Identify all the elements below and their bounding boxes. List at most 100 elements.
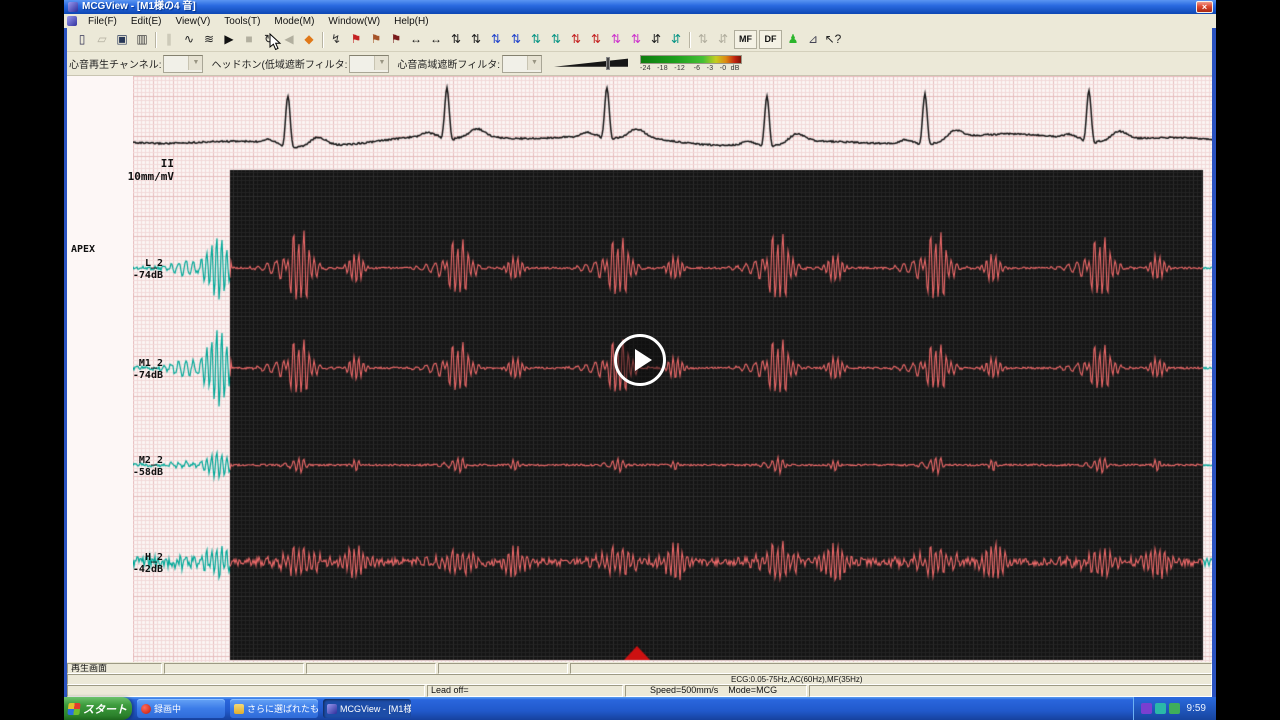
flag-rust-icon[interactable]: ⚑ (366, 30, 386, 49)
print-icon[interactable]: ▥ (132, 30, 152, 49)
windows-flag-icon (67, 702, 81, 715)
status-speed-panel: Speed=500mm/s Mode=MCG (625, 685, 807, 697)
highcut-filter-label: 心音高域遮断フィルタ: (397, 60, 500, 71)
headphone-filter-select[interactable]: ▼ (349, 54, 390, 73)
save-icon[interactable]: ▣ (112, 30, 132, 49)
status-panel (438, 663, 568, 674)
status-panel (67, 685, 425, 697)
menu-item-view[interactable]: View(V) (168, 15, 217, 28)
gain-updown-blue-icon[interactable]: ⇅ (486, 30, 506, 49)
status-panel (570, 663, 1212, 674)
channel-label-M1_2: M1_2 -74dB (132, 358, 163, 381)
level-meter: -24 -18 -12 -6 -3 -0 dB (640, 55, 742, 72)
menu-item-file[interactable]: File(F) (81, 15, 124, 28)
video-frame: MCGView - [M1様の4 音] × File(F) Edit(E) View… (0, 0, 1280, 720)
title-bar[interactable]: MCGView - [M1様の4 音] × (64, 0, 1216, 14)
channel-down-icon: ⇵ (717, 32, 729, 46)
mcg-app-icon (327, 703, 337, 714)
menu-item-window[interactable]: Window(W) (321, 15, 387, 28)
gain-updown-red2-icon[interactable]: ⇅ (586, 30, 606, 49)
multi-view-icon[interactable]: ≋ (199, 30, 219, 49)
waveform-view-icon[interactable]: ∿ (179, 30, 199, 49)
status-panel (164, 663, 304, 674)
task-label: MCGView - [M1様の4... (340, 704, 411, 714)
new-file-icon[interactable]: ▯ (72, 30, 92, 49)
mode-text: Mode=MCG (728, 685, 778, 695)
gain-updown-teal2-icon[interactable]: ⇅ (546, 30, 566, 49)
toolbar-separator (689, 31, 690, 48)
gain-updown-magenta2-icon[interactable]: ⇅ (626, 30, 646, 49)
tray-audio-icon[interactable] (1154, 703, 1166, 714)
gain-updown-magenta-icon[interactable]: ⇅ (606, 30, 626, 49)
status-bar-lower: Lead off= Speed=500mm/s Mode=MCG (67, 685, 1212, 697)
lead-off-text: Lead off= (431, 685, 469, 695)
menu-item-mode[interactable]: Mode(M) (267, 15, 321, 28)
operator-icon[interactable]: ♟ (783, 30, 803, 49)
ecg-lead-label: II 10mm/mV (67, 157, 174, 183)
flag-dark-icon[interactable]: ⚑ (386, 30, 406, 49)
window-border-right (1212, 28, 1216, 697)
playback-channel-label: 心音再生チャンネル: (69, 60, 162, 71)
main-toolbar: ▯ ▱ ▣ ▥ ∥ ∿ ≋ ▶ ■ ↻ ◀ ◆ ↯ ⚑ ⚑ ⚑ ↔ ↔ ⇅ ⇅ ⇅ ⇅ ⇅ ⇅ ⇅ ⇅ ⇅ ⇅ ⇵ ⇵ ⇅ ⇵ MF DF ♟ ⊿ ↖? (64, 28, 1216, 52)
volume-wedge-icon (554, 58, 628, 67)
taskbar: スタート 録画中 さらに選ばれたもの MCGView - [M1様の4... 9:5… (64, 697, 1216, 720)
event-marker-icon[interactable]: ◆ (299, 30, 319, 49)
playback-channel-select[interactable]: ▼ (163, 54, 204, 73)
close-button[interactable]: × (1196, 1, 1213, 13)
lead-scale: 10mm/mV (127, 170, 174, 183)
annotate-icon: ∥ (166, 32, 172, 46)
toolbar-separator (155, 31, 156, 48)
context-help-icon[interactable]: ↖? (823, 30, 843, 49)
channel-label-L_2: L_2 -74dB (132, 258, 163, 281)
gain-updown-blue2-icon[interactable]: ⇅ (506, 30, 526, 49)
gain-updown-red-icon[interactable]: ⇅ (566, 30, 586, 49)
menu-item-help[interactable]: Help(H) (387, 15, 435, 28)
task-label: さらに選ばれたもの (247, 704, 318, 714)
record-icon (141, 703, 151, 714)
gain-updown-teal-icon[interactable]: ⇅ (526, 30, 546, 49)
taskbar-task[interactable]: MCGView - [M1様の4... (323, 699, 411, 718)
folder-icon (234, 703, 244, 714)
shift-updown2-icon[interactable]: ⇵ (666, 30, 686, 49)
menu-bar: File(F) Edit(E) View(V) Tools(T) Mode(M) Wind… (64, 14, 1216, 29)
pan-horizontal-icon[interactable]: ↔ (406, 30, 426, 49)
mf-filter-button[interactable]: MF (734, 30, 757, 49)
play-icon[interactable]: ▶ (219, 30, 239, 49)
ecg-filter-text: ECG:0.05-75Hz,AC(60Hz),MF(35Hz) (731, 675, 863, 684)
window-title: MCGView - [M1様の4 音] (82, 1, 196, 12)
taskbar-task[interactable]: さらに選ばれたもの (230, 699, 318, 718)
expand-horizontal-icon[interactable]: ↔ (426, 30, 446, 49)
status-leadoff-panel: Lead off= (427, 685, 623, 697)
gain-updown-black2-icon[interactable]: ⇅ (466, 30, 486, 49)
status-panel (809, 685, 1212, 697)
gain-updown-black-icon[interactable]: ⇅ (446, 30, 466, 49)
df-filter-button[interactable]: DF (759, 30, 782, 49)
channel-up-icon: ⇅ (697, 32, 709, 46)
channel-label-M2_2: M2_2 -58dB (132, 455, 163, 478)
volume-slider[interactable] (554, 56, 628, 71)
taskbar-task[interactable]: 録画中 (137, 699, 225, 718)
menu-item-tools[interactable]: Tools(T) (217, 15, 267, 28)
tray-app-icon[interactable] (1140, 703, 1152, 714)
document-icon (67, 16, 77, 26)
taskbar-clock: 9:59 (1186, 703, 1206, 714)
sound-controls-toolbar: 心音再生チャンネル: ▼ ヘッドホン(低域遮断フィルタ: ▼ 心音高域遮断フィル… (64, 52, 1216, 76)
speed-text: Speed=500mm/s (650, 685, 719, 695)
status-screen-panel: 再生画面 (67, 663, 162, 674)
menu-item-edit[interactable]: Edit(E) (124, 15, 169, 28)
flag-red-icon[interactable]: ⚑ (346, 30, 366, 49)
menu-bar-items: File(F) Edit(E) View(V) Tools(T) Mode(M) Wind… (81, 15, 436, 28)
shift-updown-icon[interactable]: ⇵ (646, 30, 666, 49)
sensor-jack-icon[interactable]: ↯ (326, 30, 346, 49)
start-label: スタート (83, 703, 127, 716)
app-icon (68, 2, 78, 12)
start-button[interactable]: スタート (64, 697, 132, 720)
tray-network-icon[interactable] (1168, 703, 1180, 714)
highcut-filter-select[interactable]: ▼ (502, 54, 542, 73)
status-bar-upper: 再生画面 (67, 662, 1212, 674)
video-play-button[interactable] (614, 334, 666, 386)
mouse-cursor-icon (269, 33, 282, 51)
scale-triangle-icon[interactable]: ⊿ (803, 30, 823, 49)
mcgview-window: MCGView - [M1様の4 音] × File(F) Edit(E) View… (64, 0, 1216, 720)
volume-slider-thumb[interactable] (606, 57, 610, 70)
